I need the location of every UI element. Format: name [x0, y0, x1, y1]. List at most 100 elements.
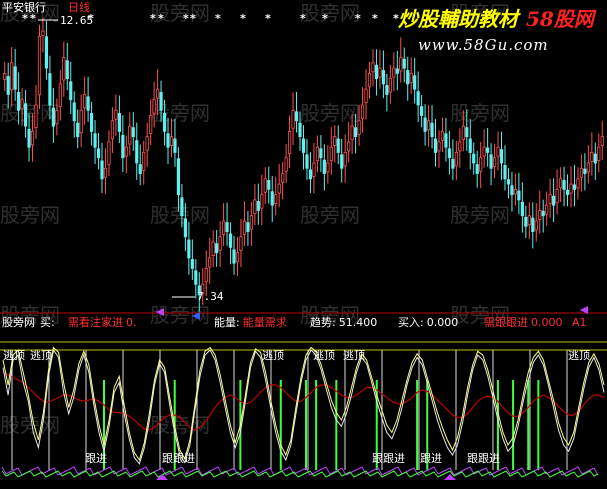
candle-body: [486, 147, 490, 153]
candle-body: [149, 115, 153, 134]
candle-body: [555, 188, 559, 204]
candle-body: [545, 204, 549, 215]
readout-1: 需看注家进 0.: [68, 315, 137, 329]
candle-body: [336, 138, 340, 153]
candle-body: [93, 133, 97, 148]
candle-body: [242, 220, 247, 235]
candle-body: [482, 146, 486, 157]
candle-body: [263, 178, 267, 193]
candlestick-chart[interactable]: [3, 17, 604, 312]
candle-body: [420, 106, 424, 116]
green-bar: [335, 380, 338, 470]
candle-body: [155, 88, 160, 99]
green-bar: [537, 380, 540, 470]
low-price-label: 7.34: [197, 290, 224, 303]
candle-body: [395, 68, 399, 74]
candle-body: [51, 107, 55, 127]
candle-body: [291, 109, 295, 129]
candle-body: [538, 210, 542, 220]
candle-body: [569, 183, 573, 194]
readout-label: 能量:: [214, 315, 240, 329]
candle-body: [388, 78, 392, 93]
candle-body: [176, 158, 181, 196]
candle-body: [246, 222, 250, 232]
watermark-text: 股旁网: [150, 413, 210, 437]
candle-body: [350, 125, 354, 140]
watermark-text: 股旁网: [300, 101, 360, 125]
watermark-text: 股旁网: [0, 413, 60, 437]
bottom-signal-label: 跟进: [85, 452, 107, 465]
candle-body: [447, 148, 452, 159]
candle-body: [433, 138, 438, 153]
candle-body: [548, 194, 552, 205]
candle-body: [79, 109, 83, 134]
bottom-signal-label: 跟进: [420, 452, 442, 465]
candle-body: [558, 178, 563, 189]
stock-chart-screen: 股旁网 股旁网 股旁网 股旁网股旁网 股旁网 股旁网 股旁网股旁网 股旁网 股旁网 股旁网股旁网股…: [0, 0, 607, 480]
signal-star: *: [240, 12, 246, 25]
candle-body: [409, 72, 413, 83]
candle-body: [496, 146, 500, 157]
brand-accent: 58股网: [526, 7, 597, 31]
candle-body: [41, 30, 45, 37]
candle-body: [426, 120, 431, 131]
candle-body: [17, 91, 21, 111]
candle-body: [513, 188, 518, 195]
candle-body: [322, 159, 326, 174]
candle-body: [10, 62, 14, 91]
candle-body: [392, 67, 396, 78]
readout-value: 51.400: [339, 316, 378, 329]
candle-body: [475, 164, 479, 174]
candle-body: [232, 249, 236, 264]
watermark-text: 股旁网: [450, 101, 510, 125]
candle-body: [347, 141, 351, 152]
candle-body: [597, 146, 601, 162]
candle-body: [208, 257, 212, 268]
watermark-text: 股旁网: [150, 303, 210, 327]
candle-body: [162, 113, 167, 132]
watermark-text: 股旁网: [300, 1, 360, 25]
readout-5: 需跟跟进 0.000: [484, 316, 563, 329]
candle-body: [590, 152, 594, 162]
candle-body: [562, 180, 566, 190]
readout-6: A1: [572, 316, 587, 329]
top-signal-label: 逃顶: [313, 349, 335, 362]
readout-label: 买:: [40, 316, 55, 329]
candle-body: [34, 104, 38, 128]
candle-body: [204, 268, 208, 283]
candle-body: [381, 70, 386, 85]
candle-body: [76, 122, 80, 138]
candle-body: [190, 259, 194, 269]
candle-body: [30, 130, 35, 146]
candle-body: [284, 157, 288, 172]
candle-body: [378, 67, 382, 78]
green-bar: [315, 380, 318, 470]
signal-star: *: [355, 12, 361, 25]
candle-body: [62, 57, 66, 81]
signal-star: *: [215, 12, 221, 25]
signal-star: *: [158, 12, 164, 25]
candle-body: [100, 160, 104, 180]
candle-body: [468, 138, 472, 153]
candle-body: [117, 113, 121, 132]
candle-body: [110, 120, 115, 140]
high-price-label: 12.65: [60, 14, 93, 27]
candle-body: [37, 36, 42, 96]
green-bar: [512, 380, 515, 470]
candle-body: [55, 109, 59, 125]
candle-body: [579, 167, 584, 178]
signal-star: *: [300, 12, 306, 25]
candle-body: [121, 134, 125, 159]
green-bar: [527, 380, 530, 470]
bottom-signal-label: 跟跟进: [372, 452, 405, 465]
signal-star: *: [190, 12, 196, 25]
candle-body: [211, 241, 215, 256]
candle-body: [315, 146, 319, 162]
signal-star: *: [30, 12, 36, 25]
candle-body: [235, 252, 240, 263]
candle-body: [576, 178, 580, 189]
candle-body: [364, 88, 368, 104]
candle-body: [166, 133, 170, 148]
brand-text: 炒股輔助教材: [398, 7, 521, 31]
bottom-signal-label: 跟跟进: [467, 452, 500, 465]
